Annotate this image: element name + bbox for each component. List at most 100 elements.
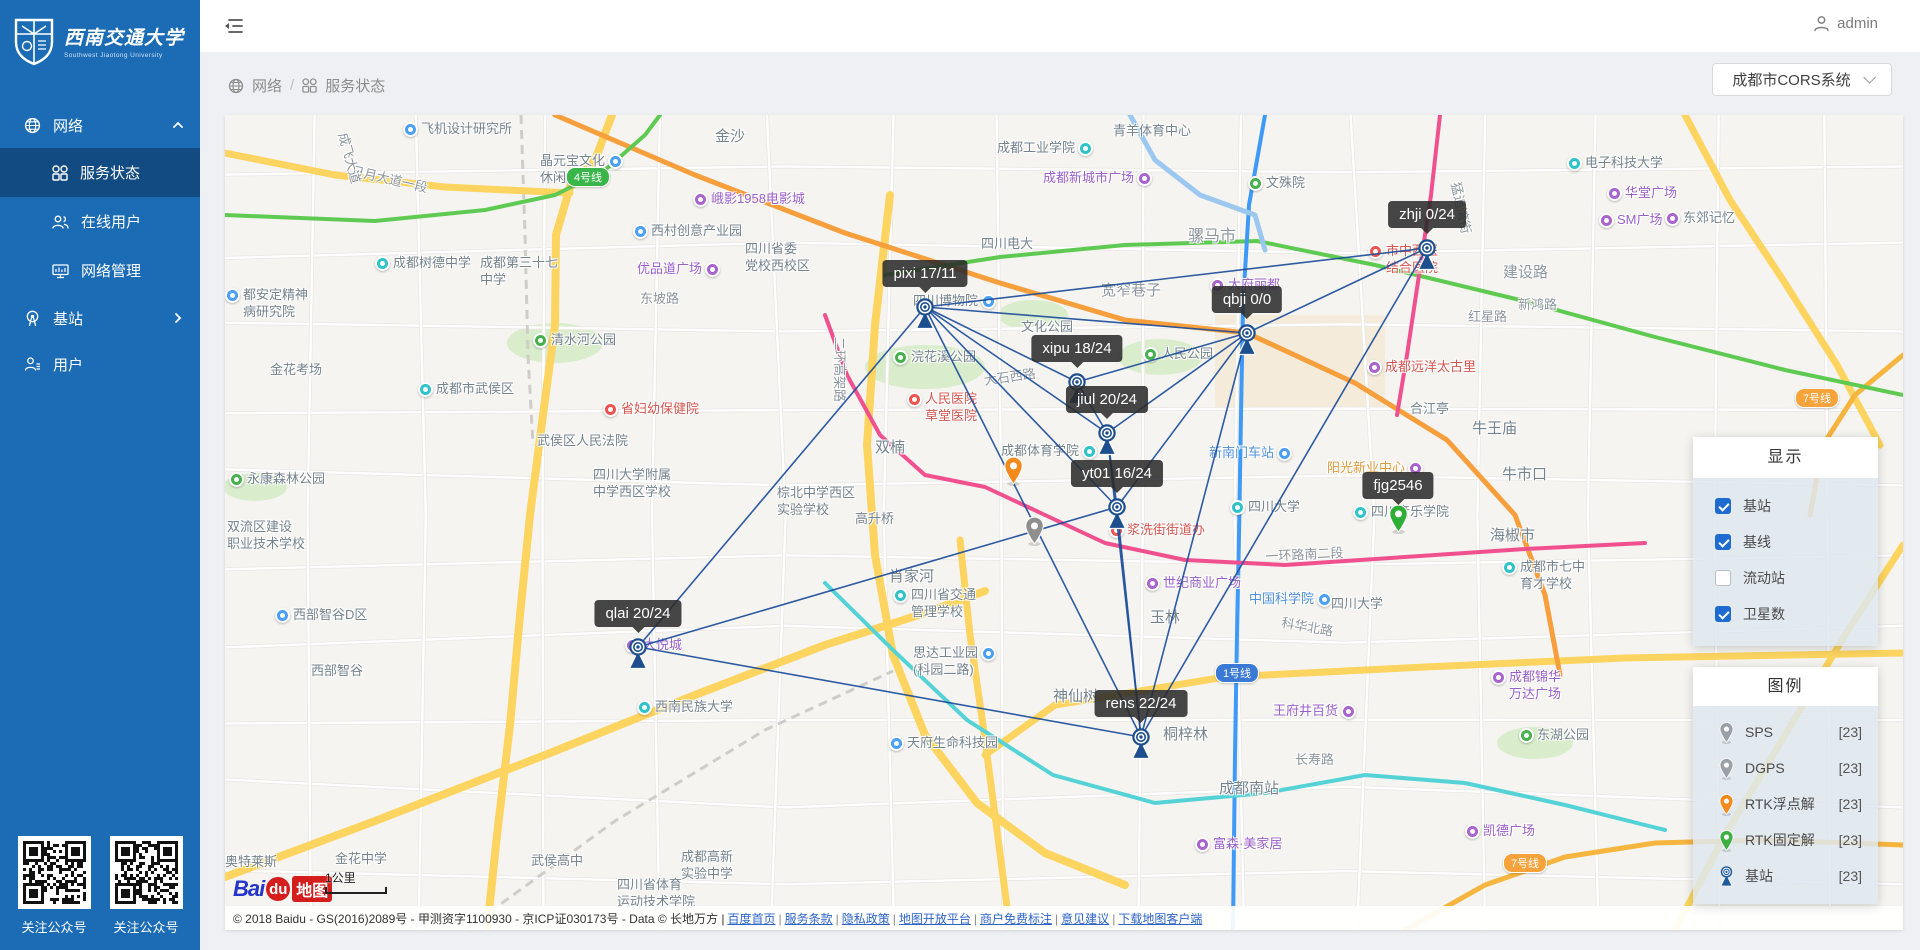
attribution-link[interactable]: 下载地图客户端 — [1118, 912, 1202, 926]
display-options: 基站基线流动站卫星数 — [1693, 478, 1878, 646]
attribution-link[interactable]: 服务条款 — [785, 912, 833, 926]
checkbox[interactable] — [1715, 606, 1731, 622]
breadcrumb-section[interactable]: 网络 — [252, 75, 282, 96]
top-bar: admin — [200, 0, 1920, 52]
checkbox[interactable] — [1715, 498, 1731, 514]
legend-item-SPS: SPS[23] — [1693, 714, 1878, 750]
globe-icon — [228, 78, 244, 94]
attribution-link[interactable]: 商户免费标注 — [980, 912, 1052, 926]
qr-section: 关注公众号 关注公众号 — [0, 836, 200, 936]
tower-icon — [1713, 866, 1739, 887]
legend-label: DGPS — [1739, 760, 1839, 776]
university-logo: 西南交通大学 Southwest Jiaotong University — [0, 0, 200, 80]
rover-marker[interactable] — [1387, 503, 1410, 539]
legend-count: [23] — [1839, 760, 1862, 776]
chevron-down-icon — [1863, 71, 1876, 84]
station-marker-pixi[interactable] — [912, 298, 938, 335]
app-title: 西南交通大学 — [64, 23, 184, 50]
display-panel: 显示 基站基线流动站卫星数 — [1693, 437, 1878, 646]
display-option-label: 基站 — [1743, 496, 1771, 516]
sidebar-item-base-station[interactable]: 基站 — [0, 295, 200, 341]
station-label-qbji: qbji 0/0 — [1212, 286, 1282, 313]
attribution-link[interactable]: 地图开放平台 — [899, 912, 971, 926]
display-option-label: 基线 — [1743, 532, 1771, 552]
qr-caption: 关注公众号 — [16, 917, 92, 936]
display-option-label: 流动站 — [1743, 568, 1785, 588]
sidebar-item-users[interactable]: 用户 — [0, 341, 200, 387]
sidebar-item-service-status[interactable]: 服务状态 — [0, 148, 200, 197]
display-option-label: 卫星数 — [1743, 604, 1785, 624]
display-option-卫星数[interactable]: 卫星数 — [1693, 596, 1878, 632]
menu-fold-icon[interactable] — [224, 16, 244, 41]
attribution-links: 百度首页|服务条款|隐私政策|地图开放平台|商户免费标注|意见建议|下载地图客户… — [724, 910, 1205, 927]
map-scale-bar — [325, 887, 387, 894]
app-subtitle: Southwest Jiaotong University — [64, 52, 184, 59]
pin-icon — [1713, 721, 1739, 744]
breadcrumb-separator: / — [290, 77, 294, 94]
map-canvas[interactable]: 飞机设计研究所金沙晶元宝文化休闲广场日月大道一段成飞大道峨影1958电影城西村创… — [225, 115, 1903, 930]
station-marker-jiul[interactable] — [1094, 424, 1120, 461]
display-option-流动站[interactable]: 流动站 — [1693, 560, 1878, 596]
rover-marker[interactable] — [1002, 455, 1025, 491]
station-marker-qbji[interactable] — [1234, 324, 1260, 361]
map-scale: 1公里 — [325, 869, 387, 894]
attribution-link[interactable]: 百度首页 — [727, 912, 775, 926]
baseline-lines — [225, 115, 1903, 930]
pin-icon — [1713, 757, 1739, 780]
chevron-right-icon — [172, 312, 184, 324]
qr-code-1 — [18, 836, 91, 909]
station-marker-rens[interactable] — [1128, 728, 1154, 765]
user-icon — [1813, 15, 1830, 32]
legend-panel: 图例 SPS[23]DGPS[23]RTK浮点解[23]RTK固定解[23]基站… — [1693, 667, 1878, 904]
sidebar-item-network-mgmt[interactable]: 网络管理 — [0, 246, 200, 295]
baidu-maps-logo[interactable]: Bai du 地图 — [233, 876, 332, 902]
sidebar-item-label: 在线用户 — [81, 211, 184, 232]
breadcrumb: 网络 / 服务状态 — [228, 75, 385, 96]
attribution-text: © 2018 Baidu - GS(2016)2089号 - 甲测资字11009… — [233, 910, 724, 927]
legend-items: SPS[23]DGPS[23]RTK浮点解[23]RTK固定解[23]基站[23… — [1693, 706, 1878, 904]
baidu-logo-du: du — [266, 877, 290, 901]
qr-code-2 — [110, 836, 183, 909]
legend-label: RTK固定解 — [1739, 830, 1839, 850]
display-option-基站[interactable]: 基站 — [1693, 488, 1878, 524]
sidebar-item-label: 网络 — [53, 115, 160, 136]
legend-item-RTK固定解: RTK固定解[23] — [1693, 822, 1878, 858]
legend-item-基站: 基站[23] — [1693, 858, 1878, 894]
cors-system-select[interactable]: 成都市CORS系统 — [1712, 63, 1892, 96]
sidebar-item-label: 服务状态 — [80, 162, 184, 183]
pin-icon — [1713, 793, 1739, 816]
station-label-yt01: yt01 16/24 — [1071, 460, 1163, 487]
legend-item-RTK浮点解: RTK浮点解[23] — [1693, 786, 1878, 822]
station-label-rens: rens 22/24 — [1095, 690, 1188, 717]
sidebar-item-network[interactable]: 网络 — [0, 102, 200, 148]
checkbox[interactable] — [1715, 534, 1731, 550]
user-menu[interactable]: admin — [1813, 15, 1878, 32]
rover-marker[interactable] — [1023, 515, 1046, 551]
station-label-xipu: xipu 18/24 — [1031, 335, 1122, 362]
qr-caption: 关注公众号 — [108, 917, 184, 936]
station-marker-zhji[interactable] — [1414, 239, 1440, 276]
attribution-link[interactable]: 意见建议 — [1061, 912, 1109, 926]
legend-count: [23] — [1839, 832, 1862, 848]
station-label-zhji: zhji 0/24 — [1388, 201, 1466, 228]
checkbox[interactable] — [1715, 570, 1731, 586]
legend-label: 基站 — [1739, 866, 1839, 886]
legend-count: [23] — [1839, 724, 1862, 740]
station-marker-qlai[interactable] — [625, 638, 651, 675]
attribution-link[interactable]: 隐私政策 — [842, 912, 890, 926]
legend-count: [23] — [1839, 796, 1862, 812]
station-label-pixi: pixi 17/11 — [882, 260, 967, 287]
legend-count: [23] — [1839, 868, 1862, 884]
username: admin — [1837, 15, 1878, 32]
display-option-基线[interactable]: 基线 — [1693, 524, 1878, 560]
legend-label: SPS — [1739, 724, 1839, 740]
university-crest-icon — [12, 16, 56, 66]
pin-icon — [1713, 829, 1739, 852]
display-panel-title: 显示 — [1693, 437, 1878, 478]
sidebar-item-online-users[interactable]: 在线用户 — [0, 197, 200, 246]
station-marker-yt01[interactable] — [1104, 498, 1130, 535]
cors-system-value: 成都市CORS系统 — [1732, 69, 1850, 90]
legend-label: RTK浮点解 — [1739, 794, 1839, 814]
map-scale-text: 1公里 — [325, 871, 356, 885]
breadcrumb-page[interactable]: 服务状态 — [325, 75, 385, 96]
